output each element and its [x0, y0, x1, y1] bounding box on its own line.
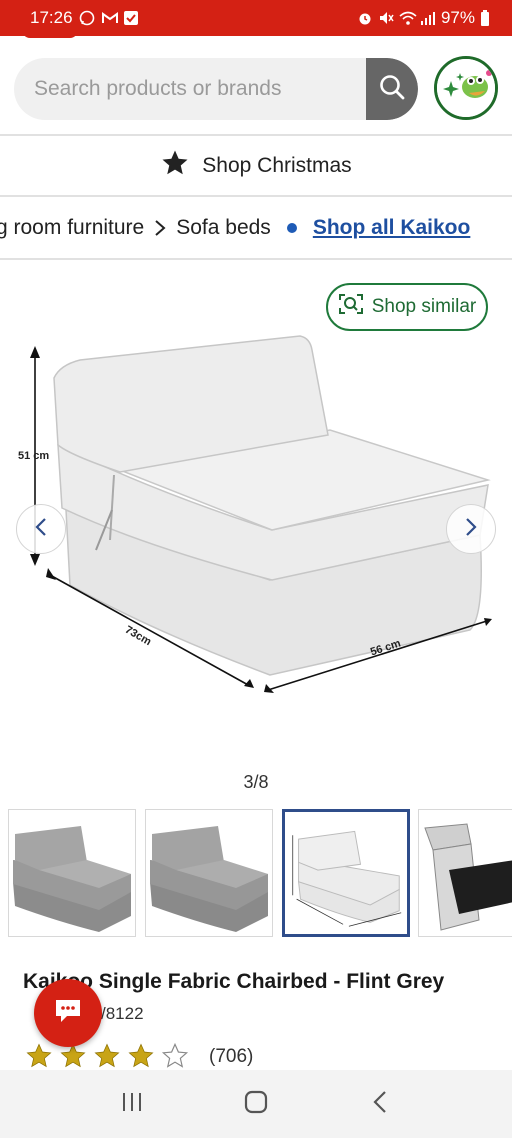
status-time: 17:26: [30, 8, 73, 27]
chat-icon: [53, 997, 83, 1030]
signal-icon: [420, 10, 436, 26]
search-row: [14, 56, 498, 122]
next-image-button[interactable]: [446, 504, 496, 554]
chevron-right-icon: [154, 219, 166, 237]
battery-icon: [480, 10, 496, 26]
thumbnail-3[interactable]: [282, 809, 410, 937]
home-button[interactable]: [236, 1084, 276, 1124]
search-box: [14, 58, 418, 120]
whatsapp-icon: [79, 10, 95, 26]
dimension-height-label: 51 cm: [18, 450, 50, 462]
thumbnail-1[interactable]: [8, 809, 136, 937]
alarm-icon: [357, 10, 373, 26]
search-icon: [378, 73, 406, 106]
product-image[interactable]: 51 cm 73cm 56 cm: [0, 330, 512, 710]
product-sku: /8122: [101, 1004, 144, 1023]
recent-apps-icon: [120, 1090, 144, 1119]
chevron-right-icon: [464, 517, 478, 542]
chevron-left-icon: [34, 517, 48, 542]
thumbnail-2[interactable]: [145, 809, 273, 937]
shop-christmas-link[interactable]: Shop Christmas: [0, 137, 512, 195]
search-button[interactable]: [366, 58, 418, 120]
avatar[interactable]: [434, 56, 498, 120]
back-icon: [371, 1089, 389, 1120]
review-count[interactable]: (706): [209, 1046, 253, 1068]
shop-christmas-label: Shop Christmas: [202, 154, 352, 177]
shop-similar-label: Shop similar: [371, 296, 477, 317]
battery-level: 97%: [440, 8, 475, 27]
breadcrumb: g room furniture Sofa beds Shop all Kaik…: [0, 198, 512, 258]
previous-image-button[interactable]: [16, 504, 66, 554]
star-icon: [160, 148, 190, 184]
bullet-dot: [286, 223, 297, 233]
recent-apps-button[interactable]: [112, 1084, 152, 1124]
system-nav-bar: [0, 1070, 512, 1138]
divider: [0, 134, 512, 136]
visual-search-icon: [338, 292, 364, 322]
shop-all-link[interactable]: Shop all Kaikoo: [313, 216, 471, 240]
download-icon: [123, 10, 139, 26]
divider: [0, 258, 512, 260]
search-input[interactable]: [34, 58, 354, 120]
header-tab-indicator: [22, 30, 78, 38]
image-counter: 3/8: [243, 772, 269, 792]
gmail-icon: [101, 10, 118, 26]
divider: [0, 195, 512, 197]
thumbnail-strip: [8, 809, 512, 937]
chat-button[interactable]: [34, 979, 102, 1047]
back-button[interactable]: [360, 1084, 400, 1124]
breadcrumb-item-living-room-furniture[interactable]: g room furniture: [0, 216, 144, 240]
wifi-icon: [399, 10, 417, 26]
home-icon: [243, 1089, 269, 1120]
breadcrumb-item-sofa-beds[interactable]: Sofa beds: [176, 216, 271, 240]
shop-similar-button[interactable]: Shop similar: [326, 283, 488, 331]
thumbnail-4[interactable]: [418, 809, 512, 937]
mute-icon: [378, 10, 394, 26]
